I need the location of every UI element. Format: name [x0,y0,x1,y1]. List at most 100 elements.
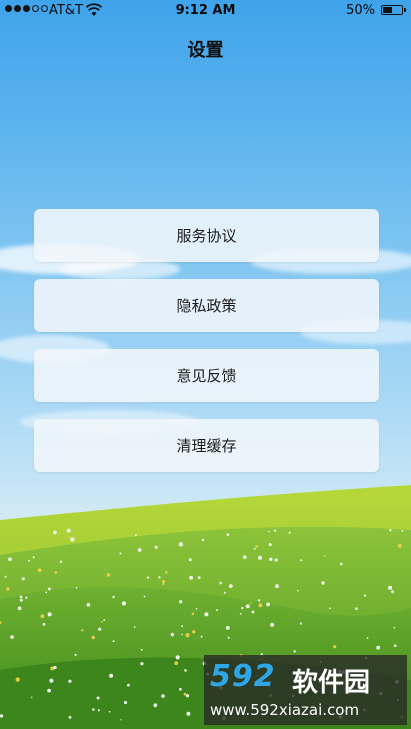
settings-screen: AT&T 9:12 AM 50% 设置 服务协议 隐私政策 意见反馈 清理缓存 … [0,0,411,729]
flower-dot [274,558,278,562]
flower-dot [225,626,230,630]
flower-dot [98,627,102,631]
flower-dot [153,703,158,708]
flower-dot [54,571,58,574]
flower-dot [293,650,296,653]
flower-dot [123,700,128,705]
flower-dot [255,545,258,548]
flower-dot [288,531,291,534]
flower-dot [106,573,111,577]
flower-dot [178,542,184,547]
flower-dot [243,555,247,559]
flower-dot [120,718,122,721]
flower-dot [364,594,367,597]
battery-nub [404,8,406,12]
flower-dot [268,530,270,533]
flower-dot [49,678,54,683]
menu-item-privacy-policy[interactable]: 隐私政策 [34,279,379,332]
watermark-name: 软件园 [292,668,371,698]
flower-dot [175,655,180,660]
flower-dot [170,632,174,637]
flower-dot [162,579,166,584]
watermark: 592 软件园 www.592xiazai.com [204,655,407,725]
flower-dot [227,636,230,639]
flower-dot [75,587,78,589]
flower-dot [200,635,203,638]
flower-dot [6,587,10,591]
flower-dot [270,622,275,627]
flower-dot [273,529,277,532]
flower-dot [42,622,46,626]
flower-dot [174,661,179,666]
flower-dot [112,595,115,599]
flower-dot [397,543,402,548]
flower-dot [19,598,23,602]
flower-dot [45,591,48,594]
flower-dot [53,665,57,670]
flower-dot [47,688,51,693]
flower-dot [108,710,111,713]
flower-dot [47,612,52,617]
flower-dot [96,696,100,700]
flower-dot [40,614,45,619]
flower-dot [192,630,196,634]
flower-dot [251,610,255,614]
flower-dot [30,696,33,699]
flower-dot [268,543,272,547]
page-title: 设置 [187,40,224,61]
menu-item-service-agreement[interactable]: 服务协议 [34,209,379,262]
flower-dot [245,604,250,609]
flower-dot [158,576,161,579]
flower-dot [389,529,392,532]
flower-dot [126,683,130,687]
flower-dot [355,607,358,610]
flower-dot [339,562,343,566]
flower-dot [197,576,201,579]
flower-dot [165,571,168,574]
flower-dot [81,629,84,632]
flower-dot [269,557,273,561]
flower-dot [323,555,326,557]
flower-dot [216,609,219,612]
flower-dot [185,694,190,698]
flower-dot [226,533,230,536]
flower-dot [201,538,205,542]
flower-dot [8,557,12,562]
status-bar: AT&T 9:12 AM 50% [0,0,411,22]
flower-dot [393,626,396,629]
flower-dot [300,559,303,562]
flower-dot [188,558,192,562]
settings-menu: 服务协议 隐私政策 意见反馈 清理缓存 [34,209,379,489]
flower-dot [186,711,191,716]
flower-dot [257,599,261,602]
flower-dot [4,575,7,578]
flower-dot [121,601,126,606]
flower-dot [17,606,22,611]
flower-dot [143,595,146,598]
flower-dot [112,640,115,643]
flower-dot [25,596,28,599]
flower-dot [137,548,142,552]
flower-dot [66,528,71,533]
flower-dot [185,633,190,638]
flower-dot [189,575,194,580]
flower-dot [184,669,187,672]
flower-dot [10,635,14,639]
flower-dot [179,687,182,691]
flower-dot [91,635,95,640]
flower-dot [109,673,114,678]
menu-item-clear-cache[interactable]: 清理缓存 [34,419,379,472]
flower-dot [15,677,20,682]
flower-dot [53,530,57,535]
battery-fill [383,7,392,13]
flower-dot [366,637,369,639]
flower-dot [147,576,150,579]
flower-dot [258,603,263,608]
flower-dot [28,559,30,562]
flower-dot [297,590,299,592]
menu-item-feedback[interactable]: 意见反馈 [34,349,379,402]
flower-dot [140,648,143,651]
battery-icon [381,5,406,15]
flower-dot [37,568,42,573]
flower-dot [376,645,381,650]
